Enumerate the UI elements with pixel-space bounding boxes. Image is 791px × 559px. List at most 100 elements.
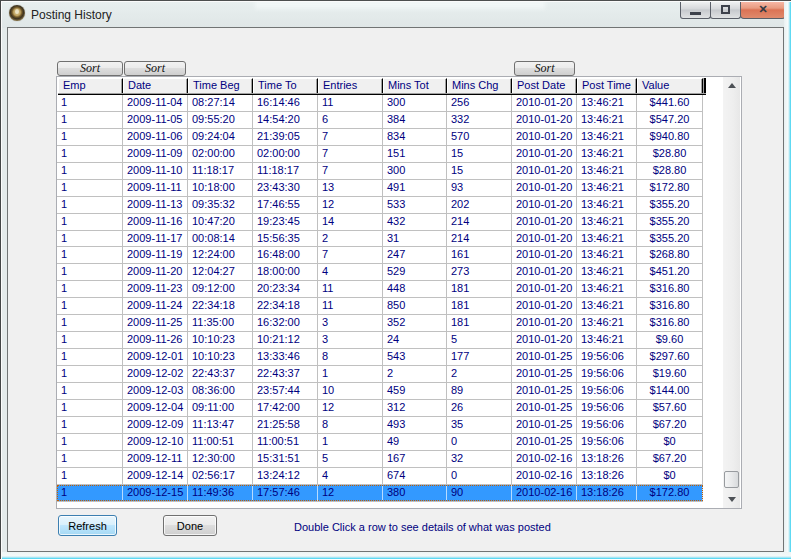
table-cell: 13:46:21 <box>577 112 637 128</box>
table-cell: $355.20 <box>637 197 703 213</box>
sort-button-emp[interactable]: Sort <box>57 61 123 76</box>
table-cell: 7 <box>318 129 383 145</box>
table-cell: 19:56:06 <box>577 400 637 416</box>
table-row-selected[interactable]: 12009-12-1511:49:3617:57:4612380902010-0… <box>57 485 703 502</box>
table-cell: 13:46:21 <box>577 197 637 213</box>
table-cell: 10:47:20 <box>188 214 253 230</box>
table-row[interactable]: 12009-11-2012:04:2718:00:0045292732010-0… <box>57 264 703 281</box>
table-cell: 7 <box>318 163 383 179</box>
table-cell: 1 <box>57 451 123 467</box>
table-cell: 1 <box>57 163 123 179</box>
sort-button-post-date[interactable]: Sort <box>514 61 575 76</box>
table-row[interactable]: 12009-11-2422:34:1822:34:18118501812010-… <box>57 298 703 315</box>
table-cell: 448 <box>383 281 447 297</box>
scrollbar-thumb[interactable] <box>724 471 739 488</box>
minimize-button[interactable] <box>680 0 711 19</box>
table-cell: 00:08:14 <box>188 231 253 247</box>
table-row[interactable]: 12009-11-1011:18:1711:18:177300152010-01… <box>57 163 703 180</box>
table-cell: 12:24:00 <box>188 247 253 263</box>
refresh-button[interactable]: Refresh <box>58 515 117 536</box>
sort-button-date[interactable]: Sort <box>124 61 186 76</box>
table-cell: 10:21:12 <box>253 332 318 348</box>
table-row[interactable]: 12009-11-0408:27:1416:14:46113002562010-… <box>57 95 703 112</box>
window-title: Posting History <box>31 8 112 22</box>
table-cell: 5 <box>318 451 383 467</box>
table-cell: 13:46:21 <box>577 281 637 297</box>
table-cell: 15:56:35 <box>253 231 318 247</box>
table-cell: 2009-11-19 <box>123 247 188 263</box>
table-cell: 2009-12-11 <box>123 451 188 467</box>
table-row[interactable]: 12009-11-1309:35:3217:46:55125332022010-… <box>57 197 703 214</box>
vertical-scrollbar[interactable] <box>723 77 740 508</box>
table-cell: 13 <box>318 180 383 196</box>
table-row[interactable]: 12009-11-1700:08:1415:56:352312142010-01… <box>57 231 703 248</box>
table-cell: 177 <box>447 349 512 365</box>
table-cell: 1 <box>57 417 123 433</box>
table-cell: 3 <box>318 332 383 348</box>
table-cell: 6 <box>318 112 383 128</box>
table-cell: 1 <box>57 434 123 450</box>
table-row[interactable]: 12009-11-0509:55:2014:54:2063843322010-0… <box>57 112 703 129</box>
table-row[interactable]: 12009-12-0409:11:0017:42:0012312262010-0… <box>57 400 703 417</box>
table-row[interactable]: 12009-11-1912:24:0016:48:0072471612010-0… <box>57 247 703 264</box>
table-cell: 16:48:00 <box>253 247 318 263</box>
table-cell: 529 <box>383 264 447 280</box>
table-row[interactable]: 12009-11-2309:12:0020:23:34114481812010-… <box>57 281 703 298</box>
table-cell: $268.80 <box>637 247 703 263</box>
table-cell: 2010-01-20 <box>512 163 577 179</box>
table-cell: 90 <box>447 485 512 501</box>
table-cell: 493 <box>383 417 447 433</box>
table-cell: 17:46:55 <box>253 197 318 213</box>
table-row[interactable]: 12009-11-0609:24:0421:39:0578345702010-0… <box>57 129 703 146</box>
table-cell: 14:54:20 <box>253 112 318 128</box>
table-row[interactable]: 12009-12-0222:43:3722:43:371222010-01-25… <box>57 366 703 383</box>
column-header-post-date: Post Date <box>512 78 577 93</box>
table-cell: 1 <box>57 315 123 331</box>
table-cell: 13:46:21 <box>577 298 637 314</box>
table-cell: 2010-01-20 <box>512 180 577 196</box>
table-row[interactable]: 12009-11-1110:18:0023:43:3013491932010-0… <box>57 180 703 197</box>
table-cell: $451.20 <box>637 264 703 280</box>
done-button[interactable]: Done <box>163 515 217 536</box>
table-cell: $355.20 <box>637 214 703 230</box>
table-row[interactable]: 12009-11-2610:10:2310:21:1232452010-01-2… <box>57 332 703 349</box>
table-cell: 1 <box>57 146 123 162</box>
table-cell: $441.60 <box>637 95 703 111</box>
column-header-post-time: Post Time <box>577 78 637 93</box>
table-row[interactable]: 12009-11-2511:35:0016:32:0033521812010-0… <box>57 315 703 332</box>
maximize-icon <box>721 5 730 14</box>
scroll-up-button[interactable] <box>723 77 740 94</box>
table-cell: 7 <box>318 247 383 263</box>
table-cell: 4 <box>318 468 383 484</box>
table-cell: 22:43:37 <box>188 366 253 382</box>
table-cell: 3 <box>318 315 383 331</box>
table-cell: 31 <box>383 231 447 247</box>
minimize-icon <box>690 12 701 15</box>
table-cell: 13:46:21 <box>577 214 637 230</box>
table-row[interactable]: 12009-12-0110:10:2313:33:4685431772010-0… <box>57 349 703 366</box>
table-cell: 202 <box>447 197 512 213</box>
window-controls: ✕ <box>681 0 786 19</box>
table-cell: 2009-12-15 <box>123 485 188 501</box>
table-cell: 380 <box>383 485 447 501</box>
table-cell: 09:35:32 <box>188 197 253 213</box>
table-row[interactable]: 12009-12-1011:00:5111:00:5114902010-01-2… <box>57 434 703 451</box>
table-row[interactable]: 12009-12-0911:13:4721:25:588493352010-01… <box>57 417 703 434</box>
table-cell: 273 <box>447 264 512 280</box>
table-row[interactable]: 12009-12-1112:30:0015:31:515167322010-02… <box>57 451 703 468</box>
table-cell: 15 <box>447 163 512 179</box>
close-button[interactable]: ✕ <box>740 0 786 19</box>
table-row[interactable]: 12009-12-0308:36:0023:57:4410459892010-0… <box>57 383 703 400</box>
table-cell: 2010-01-20 <box>512 264 577 280</box>
table-cell: 300 <box>383 95 447 111</box>
scroll-down-button[interactable] <box>723 491 740 508</box>
table-cell: 22:43:37 <box>253 366 318 382</box>
table-cell: 2010-01-25 <box>512 366 577 382</box>
table-cell: $172.80 <box>637 485 703 501</box>
table-row[interactable]: 12009-11-1610:47:2019:23:45144322142010-… <box>57 214 703 231</box>
table-cell: 332 <box>447 112 512 128</box>
table-row[interactable]: 12009-12-1402:56:1713:24:12467402010-02-… <box>57 468 703 485</box>
maximize-button[interactable] <box>710 0 741 19</box>
table-row[interactable]: 12009-11-0902:00:0002:00:007151152010-01… <box>57 146 703 163</box>
column-header-value: Value <box>637 78 703 93</box>
